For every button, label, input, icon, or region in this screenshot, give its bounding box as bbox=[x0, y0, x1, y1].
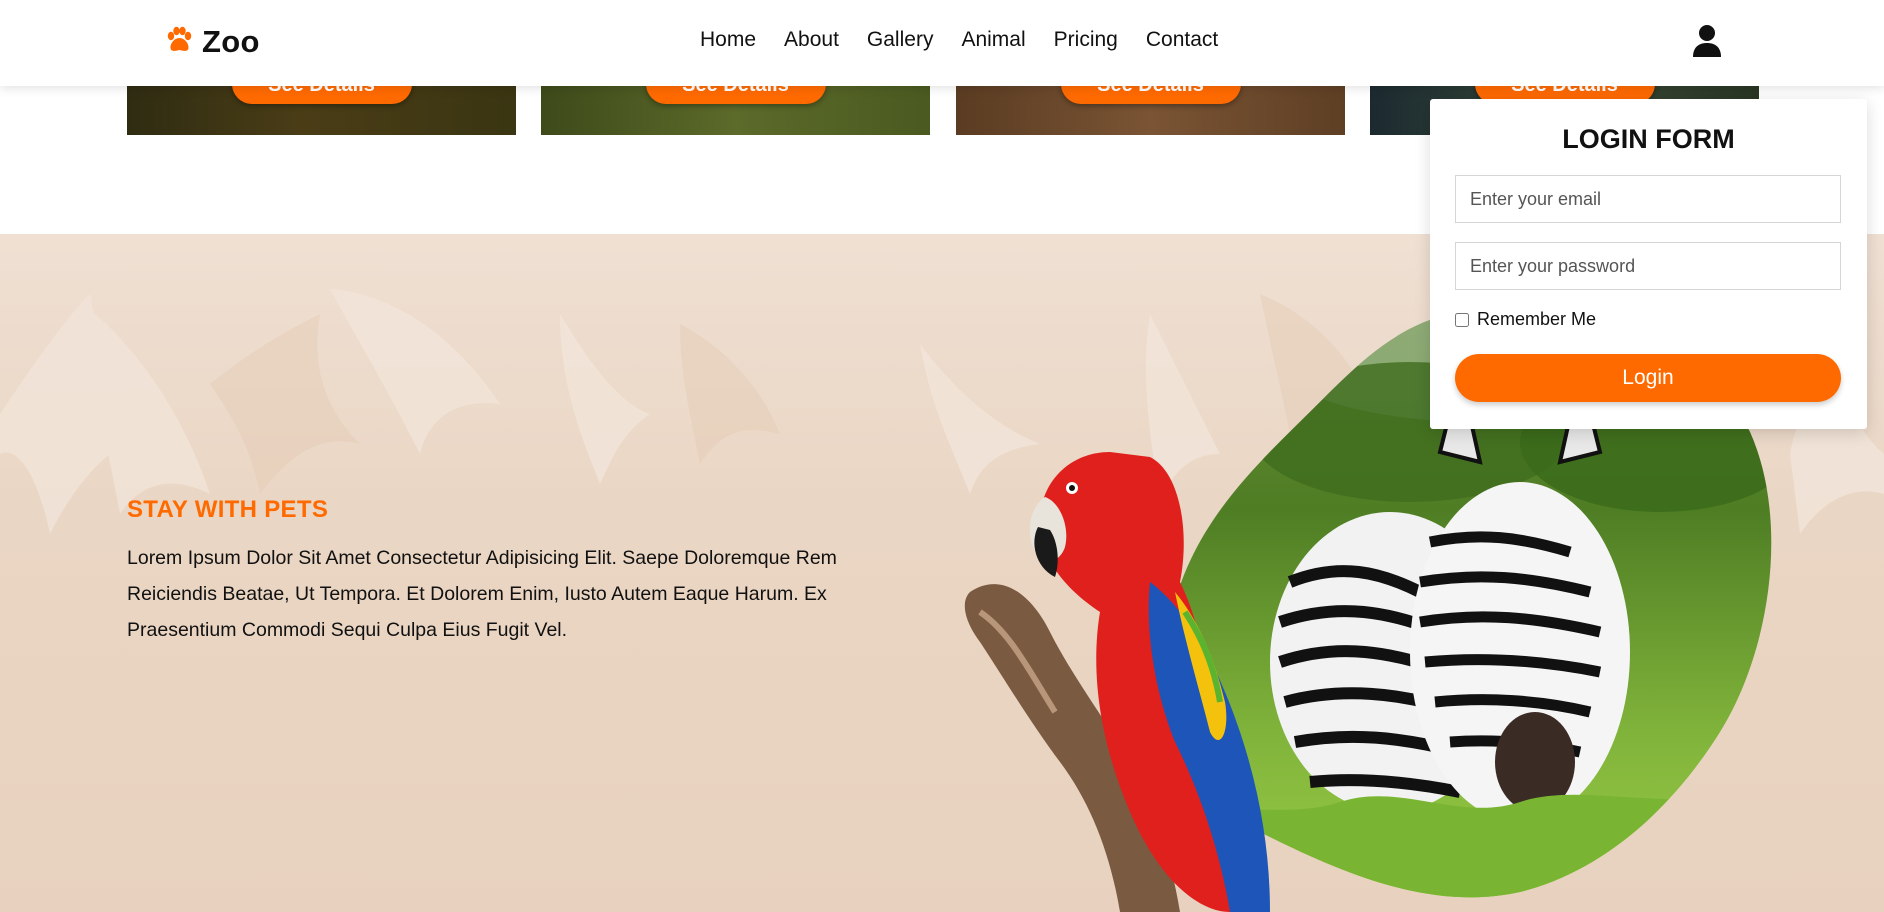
login-button[interactable]: Login bbox=[1455, 354, 1841, 402]
login-form-title: LOGIN FORM bbox=[1562, 124, 1735, 154]
remember-me-label: Remember Me bbox=[1477, 309, 1597, 329]
logo[interactable]: Zoo bbox=[164, 24, 260, 60]
gallery-card: See Details bbox=[127, 86, 516, 135]
user-icon[interactable] bbox=[1692, 24, 1722, 63]
email-field[interactable] bbox=[1455, 175, 1841, 223]
see-details-button[interactable]: See Details bbox=[231, 86, 412, 104]
logo-text: Zoo bbox=[202, 24, 260, 59]
main-nav: Home About Gallery Animal Pricing Contac… bbox=[700, 28, 1246, 52]
remember-me-option[interactable]: Remember Me bbox=[1455, 309, 1596, 330]
site-header: Zoo Home About Gallery Animal Pricing Co… bbox=[0, 0, 1884, 86]
see-details-button[interactable]: See Details bbox=[645, 86, 826, 104]
see-details-button[interactable]: See Details bbox=[1060, 86, 1241, 104]
password-field[interactable] bbox=[1455, 242, 1841, 290]
nav-home[interactable]: Home bbox=[700, 28, 756, 52]
section-description: Lorem Ipsum Dolor Sit Amet Consectetur A… bbox=[127, 547, 837, 641]
login-form: LOGIN FORM Remember Me Login bbox=[1430, 99, 1867, 429]
nav-pricing[interactable]: Pricing bbox=[1054, 28, 1118, 52]
section-title: STAY WITH PETS bbox=[127, 496, 329, 523]
paw-icon bbox=[164, 25, 194, 60]
remember-me-checkbox[interactable] bbox=[1455, 312, 1469, 327]
nav-animal[interactable]: Animal bbox=[961, 28, 1025, 52]
nav-about[interactable]: About bbox=[784, 28, 839, 52]
nav-contact[interactable]: Contact bbox=[1146, 28, 1218, 52]
gallery-card: See Details bbox=[956, 86, 1345, 135]
gallery-card: See Details bbox=[541, 86, 930, 135]
nav-gallery[interactable]: Gallery bbox=[867, 28, 934, 52]
